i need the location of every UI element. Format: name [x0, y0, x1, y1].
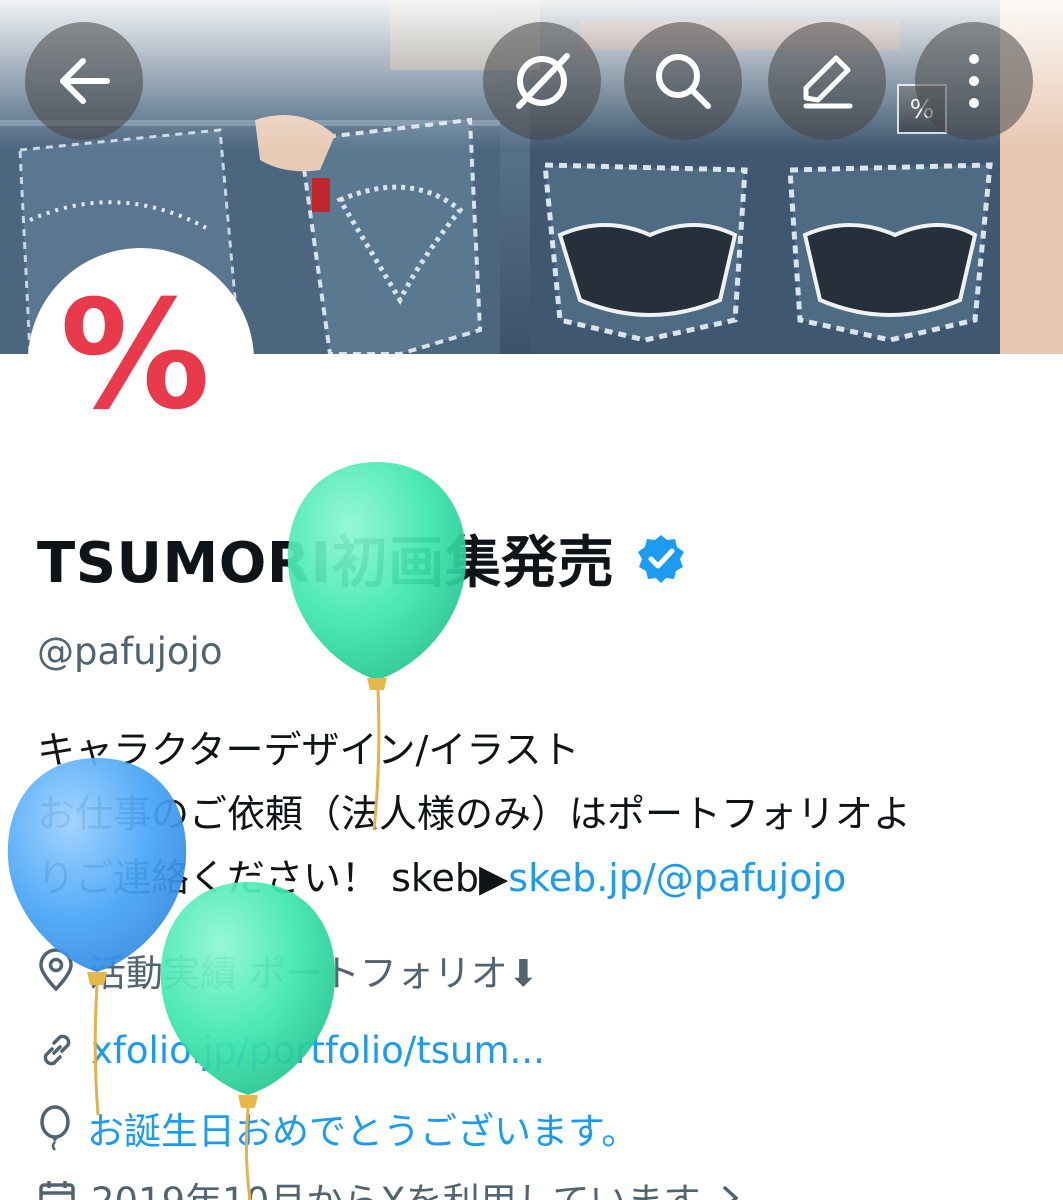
compose-button[interactable] [768, 22, 886, 140]
bio-line-2: お仕事のご依頼（法人様のみ）はポートフォリオよ [37, 792, 912, 836]
profile-handle: @pafujojo [37, 630, 223, 673]
back-button[interactable] [25, 22, 143, 140]
profile-location: 活動実績 ポートフォリオ⬇ [37, 940, 539, 1000]
bio-line-3-text: りご連絡ください！ skeb▶ [37, 856, 509, 900]
grok-button[interactable] [483, 22, 601, 140]
more-vertical-icon [969, 54, 979, 108]
profile-birthday: お誕生日おめでとうございます。 [37, 1098, 638, 1158]
avatar-image: % [35, 255, 247, 467]
website-link[interactable]: xfolio.jp/portfolio/tsum... [91, 1029, 545, 1072]
display-name-text: TSUMORI初画集発売 [37, 530, 615, 596]
profile-website[interactable]: xfolio.jp/portfolio/tsum... [37, 1020, 545, 1080]
bio-line-3: りご連絡ください！ skeb▶skeb.jp/@pafujojo [37, 846, 1037, 910]
grok-icon [516, 53, 570, 109]
birthday-text[interactable]: お誕生日おめでとうございます。 [87, 1101, 638, 1155]
verified-badge-icon[interactable] [636, 533, 686, 583]
chevron-right-icon [723, 1186, 740, 1200]
bio-line-1: キャラクターデザイン/イラスト [37, 728, 580, 772]
more-options-button[interactable] [915, 22, 1033, 140]
link-icon [43, 1034, 71, 1066]
joined-text: 2019年10月からXを利用しています [91, 1171, 700, 1200]
profile-avatar[interactable]: % [28, 248, 254, 474]
location-pin-icon [39, 948, 73, 992]
skeb-link[interactable]: skeb.jp/@pafujojo [508, 856, 846, 900]
profile-bio: キャラクターデザイン/イラスト お仕事のご依頼（法人様のみ）はポートフォリオよ … [37, 718, 1037, 910]
arrow-left-icon [60, 58, 110, 104]
search-icon [656, 54, 711, 109]
search-button[interactable] [624, 22, 742, 140]
balloon-icon [40, 1105, 70, 1151]
profile-display-name: TSUMORI初画集発売 [37, 522, 686, 596]
calendar-icon [39, 1181, 75, 1200]
profile-join-date[interactable]: 2019年10月からXを利用しています [37, 1168, 760, 1200]
avatar-percent-glyph: % [59, 269, 211, 443]
location-text: 活動実績 ポートフォリオ⬇ [89, 952, 539, 995]
pencil-icon [803, 55, 853, 109]
